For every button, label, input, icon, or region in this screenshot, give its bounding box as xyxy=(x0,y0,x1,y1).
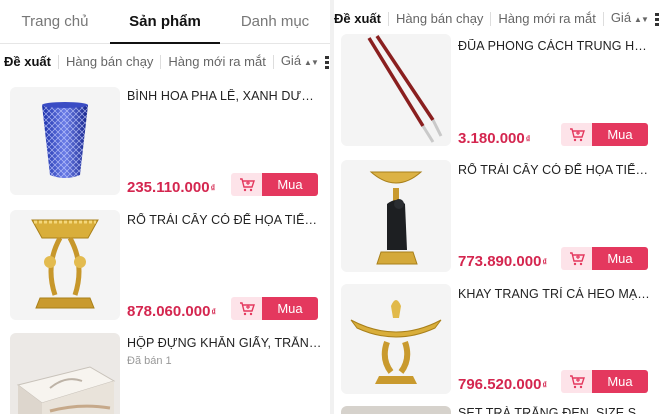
product-image-red-silver-chopsticks[interactable] xyxy=(341,34,451,146)
buy-button[interactable]: Mua xyxy=(262,173,318,196)
product-name[interactable]: RỔ TRÁI CÂY CÓ ĐẾ HỌA TIẾT QU... xyxy=(458,163,653,177)
product-image-tea-set[interactable] xyxy=(341,406,451,414)
buy-button[interactable]: Mua xyxy=(592,247,648,270)
product-card[interactable]: BÌNH HOA PHA LÊ, XANH DƯƠNG,... 235.110.… xyxy=(0,87,330,199)
product-image-gold-dolphin-tray[interactable] xyxy=(341,284,451,394)
add-to-cart-icon xyxy=(239,177,255,191)
filter-price[interactable]: Giá ▲▼ xyxy=(611,11,655,27)
product-image-gold-eagle-fruit-bowl[interactable] xyxy=(341,160,451,272)
add-to-cart-icon xyxy=(239,301,255,315)
add-to-cart-button[interactable] xyxy=(561,123,592,146)
currency-symbol: ₫ xyxy=(211,307,217,317)
right-screen: Đề xuất Hàng bán chạy Hàng mới ra mắt Gi… xyxy=(334,0,660,414)
tab-products[interactable]: Sản phẩm xyxy=(110,0,220,44)
product-card[interactable]: KHAY TRANG TRÍ CÁ HEO MẠ VÀN... 796.520.… xyxy=(334,284,660,396)
shop-tabs: Trang chủ Sản phẩm Danh mục xyxy=(0,0,330,44)
product-card[interactable]: RỔ TRÁI CÂY CÓ ĐẾ HỌA TIẾT SƯ... 878.060… xyxy=(0,210,330,322)
sort-arrows-icon: ▲▼ xyxy=(634,15,649,24)
product-name[interactable]: HỘP ĐỰNG KHĂN GIẤY, TRẮNG NG... xyxy=(127,336,322,350)
add-to-cart-icon xyxy=(569,251,585,265)
filter-recommended[interactable]: Đề xuất xyxy=(4,55,59,69)
left-screen: Trang chủ Sản phẩm Danh mục Đề xuất Hàng… xyxy=(0,0,330,414)
buy-button[interactable]: Mua xyxy=(262,297,318,320)
product-name[interactable]: SET TRÀ TRẮNG ĐEN, SIZE S, CHO... xyxy=(458,406,653,414)
add-to-cart-button[interactable] xyxy=(561,247,592,270)
tab-home[interactable]: Trang chủ xyxy=(0,0,110,43)
add-to-cart-button[interactable] xyxy=(561,370,592,393)
product-name[interactable]: BÌNH HOA PHA LÊ, XANH DƯƠNG,... xyxy=(127,89,322,103)
add-to-cart-icon xyxy=(569,127,585,141)
filter-bar: Đề xuất Hàng bán chạy Hàng mới ra mắt Gi… xyxy=(334,0,660,38)
product-price: 235.110.000₫ xyxy=(127,179,215,196)
product-price: 773.890.000₫ xyxy=(458,253,547,270)
view-toggle-icon[interactable] xyxy=(654,12,660,26)
product-name[interactable]: RỔ TRÁI CÂY CÓ ĐẾ HỌA TIẾT SƯ... xyxy=(127,213,322,227)
price-value: 796.520.000 xyxy=(458,376,542,393)
currency-symbol: ₫ xyxy=(525,134,531,144)
price-value: 3.180.000 xyxy=(458,130,525,147)
product-image-blue-crystal-vase[interactable] xyxy=(10,87,120,195)
product-price: 796.520.000₫ xyxy=(458,376,547,393)
add-to-cart-button[interactable] xyxy=(231,173,262,196)
currency-symbol: ₫ xyxy=(542,380,548,390)
product-card[interactable]: HỘP ĐỰNG KHĂN GIẤY, TRẮNG NG... Đã bán 1 xyxy=(0,333,330,414)
product-image-gold-fruit-basket[interactable] xyxy=(10,210,120,320)
tab-categories[interactable]: Danh mục xyxy=(220,0,330,43)
filter-price-label: Giá xyxy=(280,53,302,68)
product-card[interactable]: ĐŨA PHONG CÁCH TRUNG HOA, M... 3.180.000… xyxy=(334,34,660,148)
price-value: 878.060.000 xyxy=(127,303,211,320)
currency-symbol: ₫ xyxy=(542,257,548,267)
filter-bar: Đề xuất Hàng bán chạy Hàng mới ra mắt Gi… xyxy=(0,44,330,80)
sort-arrows-icon: ▲▼ xyxy=(304,58,319,67)
add-to-cart-icon xyxy=(569,374,585,388)
filter-price[interactable]: Giá ▲▼ xyxy=(281,54,325,70)
product-price: 3.180.000₫ xyxy=(458,130,530,147)
buy-button[interactable]: Mua xyxy=(592,370,648,393)
filter-price-label: Giá xyxy=(610,10,632,25)
filter-best-selling[interactable]: Hàng bán chạy xyxy=(66,55,162,69)
product-price: 878.060.000₫ xyxy=(127,303,216,320)
product-name[interactable]: ĐŨA PHONG CÁCH TRUNG HOA, M... xyxy=(458,39,653,53)
stage: Trang chủ Sản phẩm Danh mục Đề xuất Hàng… xyxy=(0,0,660,414)
price-value: 773.890.000 xyxy=(458,253,542,270)
price-value: 235.110.000 xyxy=(127,179,210,196)
add-to-cart-button[interactable] xyxy=(231,297,262,320)
buy-button[interactable]: Mua xyxy=(592,123,648,146)
currency-symbol: ₫ xyxy=(210,183,216,193)
filter-best-selling[interactable]: Hàng bán chạy xyxy=(396,12,492,26)
product-card[interactable]: SET TRÀ TRẮNG ĐEN, SIZE S, CHO... xyxy=(334,406,660,414)
filter-recommended[interactable]: Đề xuất xyxy=(334,12,389,26)
filter-new-arrivals[interactable]: Hàng mới ra mắt xyxy=(168,55,274,69)
product-image-white-tissue-box[interactable] xyxy=(10,333,120,414)
filter-new-arrivals[interactable]: Hàng mới ra mắt xyxy=(498,12,604,26)
sold-count: Đã bán 1 xyxy=(127,355,172,367)
product-card[interactable]: RỔ TRÁI CÂY CÓ ĐẾ HỌA TIẾT QU... 773.890… xyxy=(334,160,660,272)
product-name[interactable]: KHAY TRANG TRÍ CÁ HEO MẠ VÀN... xyxy=(458,287,653,301)
